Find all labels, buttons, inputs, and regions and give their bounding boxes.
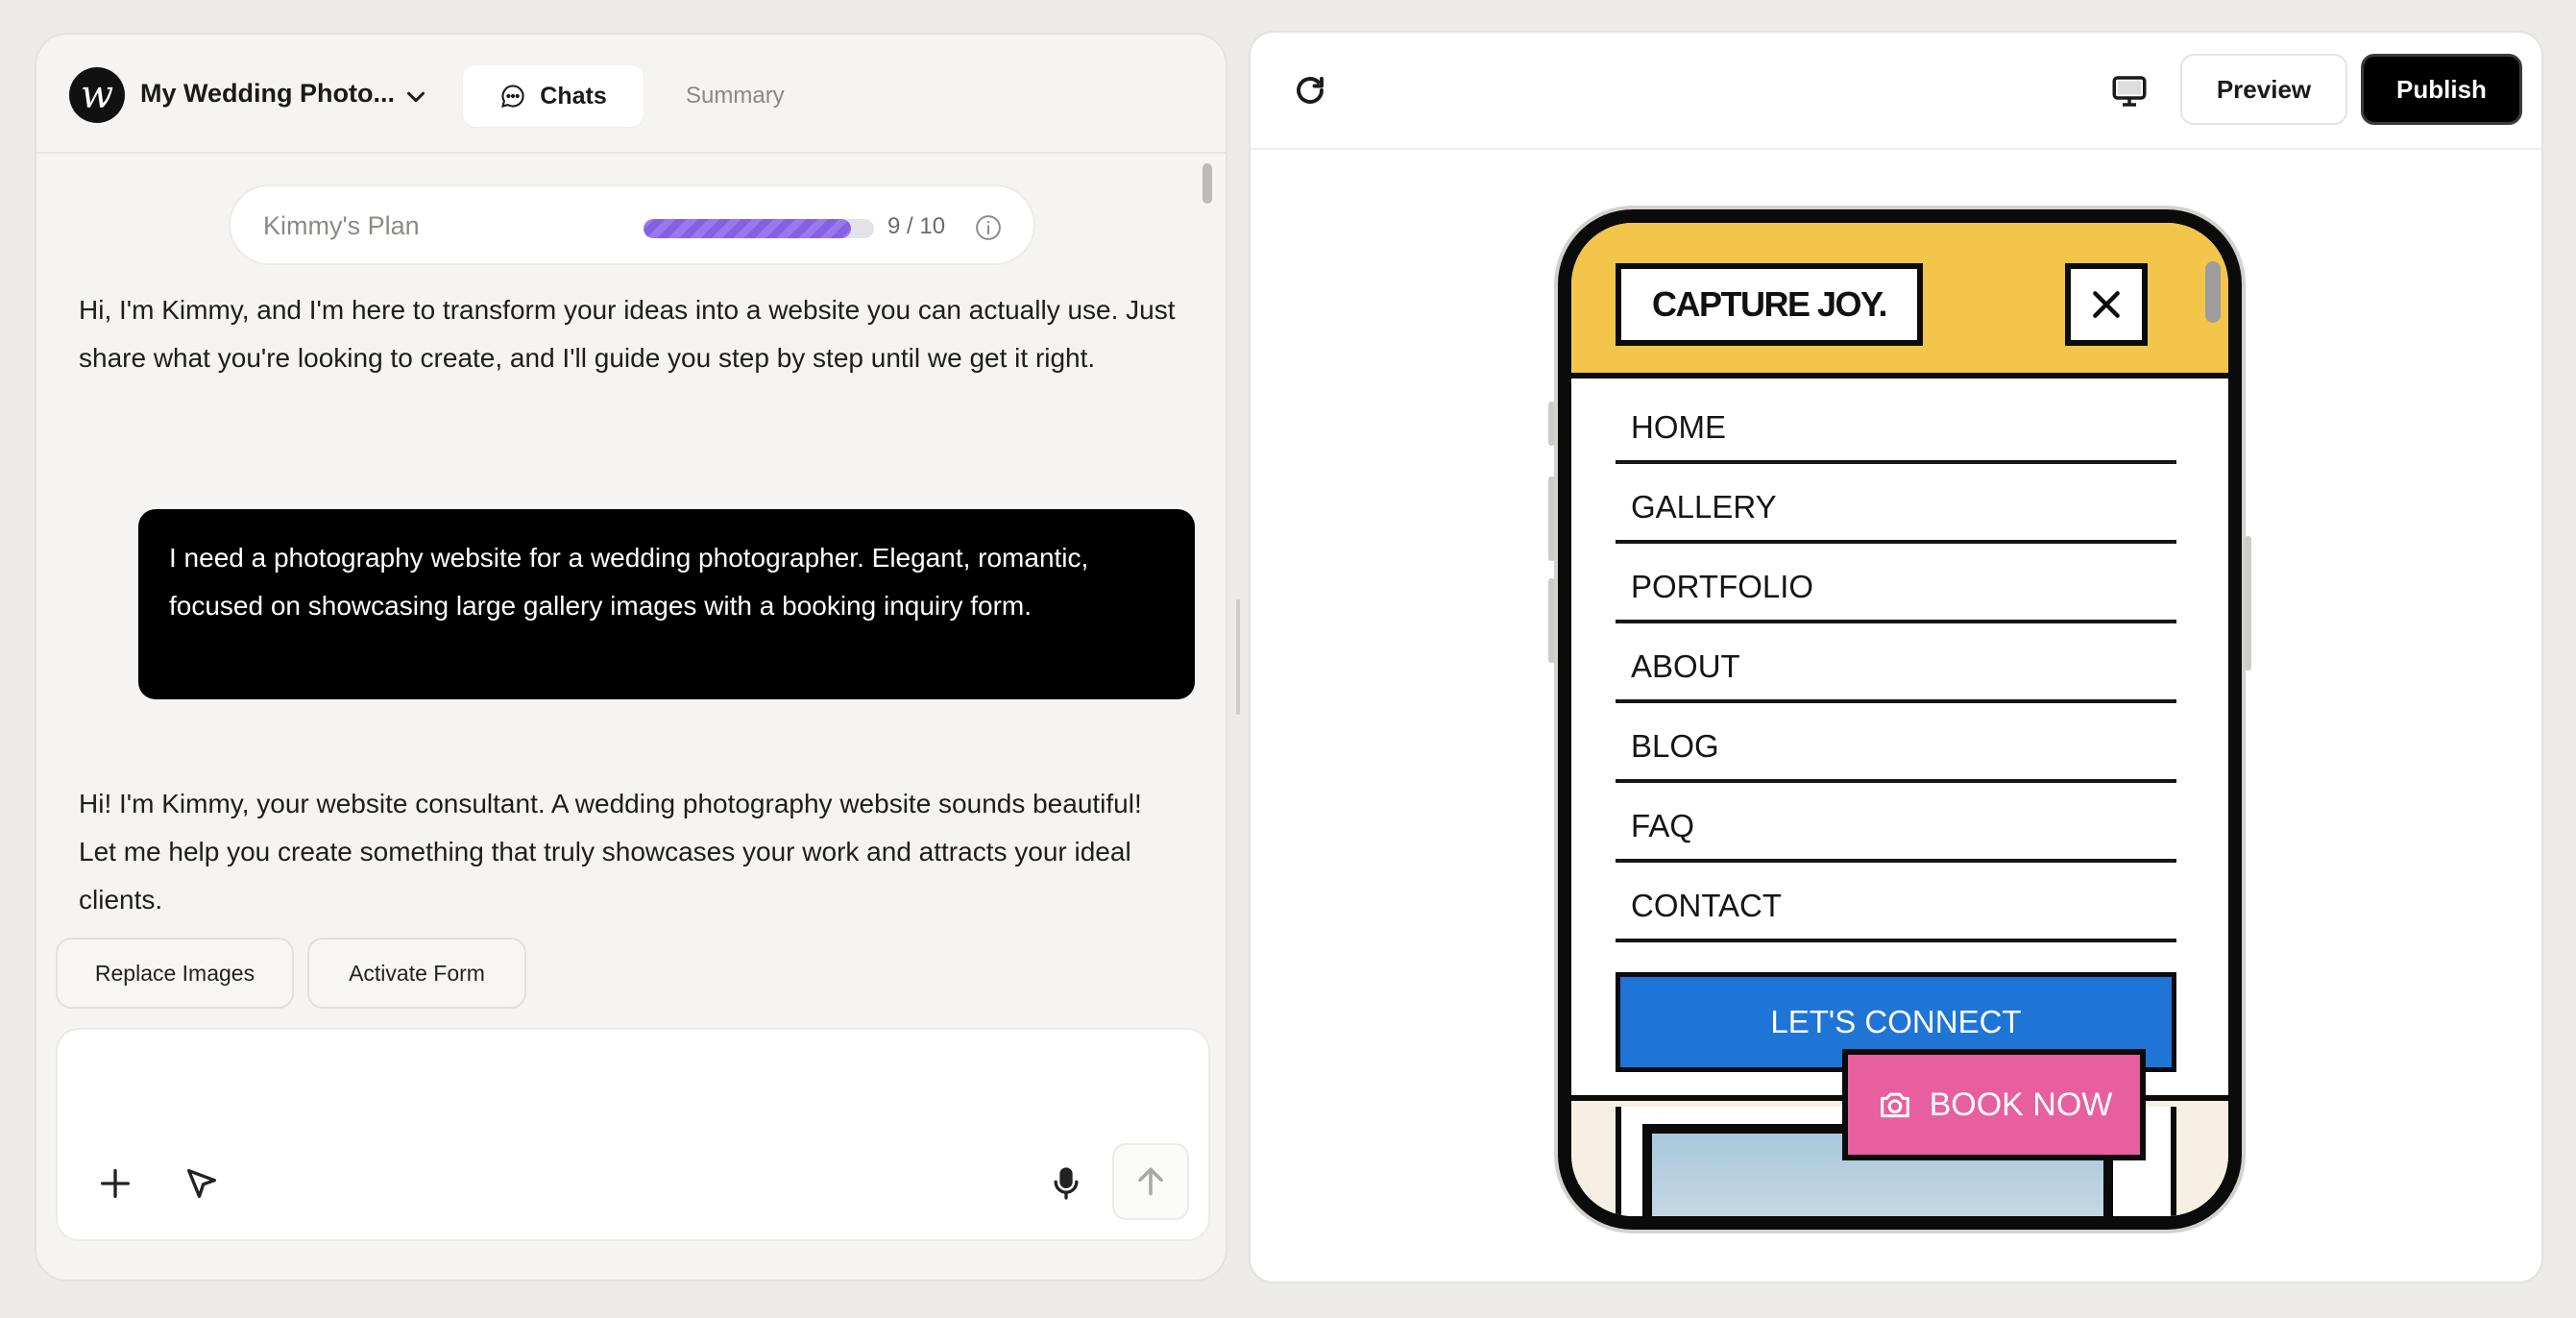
nav-item-gallery[interactable]: GALLERY bbox=[1616, 464, 2176, 544]
tab-summary[interactable]: Summary bbox=[686, 83, 785, 110]
arrow-up-icon bbox=[1138, 1167, 1163, 1196]
menu-close-button[interactable] bbox=[2065, 263, 2148, 346]
preview-toolbar: Preview Publish bbox=[1251, 33, 2541, 150]
phone-side-button bbox=[1548, 476, 1555, 561]
site-preview-screen: CAPTURE JOY. HOME GALLERY PORTFOLIO ABOU… bbox=[1571, 223, 2228, 1216]
app-logo[interactable]: w bbox=[69, 67, 125, 123]
preview-panel: Preview Publish CAPTURE JOY. HOME GALLER… bbox=[1249, 31, 2543, 1283]
tab-chats-label: Chats bbox=[540, 82, 607, 110]
site-header: CAPTURE JOY. bbox=[1571, 223, 2228, 378]
message-composer bbox=[56, 1028, 1210, 1241]
assistant-message: Hi, I'm Kimmy, and I'm here to transform… bbox=[79, 295, 1176, 373]
chat-scrollbar[interactable] bbox=[1203, 163, 1212, 204]
nav-item-about[interactable]: ABOUT bbox=[1616, 623, 2176, 703]
preview-button[interactable]: Preview bbox=[2180, 54, 2347, 125]
nav-item-portfolio[interactable]: PORTFOLIO bbox=[1616, 544, 2176, 623]
chat-bubble-icon bbox=[501, 85, 524, 108]
phone-side-button bbox=[2245, 536, 2251, 671]
chat-panel: w My Wedding Photo... Chats Summary Kimm… bbox=[35, 33, 1227, 1281]
phone-side-button bbox=[1548, 402, 1555, 446]
site-scrollbar[interactable] bbox=[2205, 261, 2221, 323]
chat-header: w My Wedding Photo... Chats Summary bbox=[36, 35, 1226, 154]
plan-progress-bar bbox=[644, 219, 874, 238]
site-logo[interactable]: CAPTURE JOY. bbox=[1616, 263, 1923, 346]
plan-label: Kimmy's Plan bbox=[263, 211, 420, 240]
cursor-icon[interactable] bbox=[182, 1164, 221, 1203]
refresh-icon[interactable] bbox=[1293, 73, 1327, 108]
plan-progress-fill bbox=[644, 219, 851, 238]
book-now-button[interactable]: BOOK NOW bbox=[1842, 1049, 2146, 1160]
phone-side-button bbox=[1548, 578, 1555, 663]
project-name[interactable]: My Wedding Photo... bbox=[140, 79, 395, 109]
chevron-down-icon[interactable] bbox=[401, 83, 430, 111]
publish-button[interactable]: Publish bbox=[2361, 54, 2522, 125]
phone-frame: CAPTURE JOY. HOME GALLERY PORTFOLIO ABOU… bbox=[1548, 209, 2251, 1230]
message-input[interactable] bbox=[86, 1055, 1143, 1112]
activate-form-button[interactable]: Activate Form bbox=[307, 938, 526, 1009]
panel-resize-handle[interactable] bbox=[1236, 599, 1240, 715]
site-nav-menu: HOME GALLERY PORTFOLIO ABOUT BLOG FAQ CO… bbox=[1616, 384, 2176, 942]
plan-count: 9 / 10 bbox=[887, 213, 946, 239]
nav-item-home[interactable]: HOME bbox=[1616, 384, 2176, 464]
nav-item-faq[interactable]: FAQ bbox=[1616, 783, 2176, 863]
send-button[interactable] bbox=[1112, 1143, 1189, 1220]
plan-progress: Kimmy's Plan 9 / 10 bbox=[229, 184, 1035, 265]
tab-chats[interactable]: Chats bbox=[463, 65, 644, 127]
assistant-message: Hi! I'm Kimmy, your website consultant. … bbox=[79, 789, 1142, 915]
close-icon bbox=[2093, 291, 2120, 318]
microphone-icon[interactable] bbox=[1047, 1164, 1085, 1203]
replace-images-button[interactable]: Replace Images bbox=[56, 938, 294, 1009]
nav-item-contact[interactable]: CONTACT bbox=[1616, 863, 2176, 942]
info-icon[interactable] bbox=[974, 213, 1003, 242]
book-now-label: BOOK NOW bbox=[1929, 1086, 2113, 1123]
plus-icon[interactable] bbox=[96, 1164, 134, 1203]
user-message: I need a photography website for a weddi… bbox=[138, 509, 1195, 699]
camera-icon bbox=[1880, 1092, 1909, 1118]
nav-item-blog[interactable]: BLOG bbox=[1616, 703, 2176, 783]
desktop-icon[interactable] bbox=[2109, 71, 2150, 111]
